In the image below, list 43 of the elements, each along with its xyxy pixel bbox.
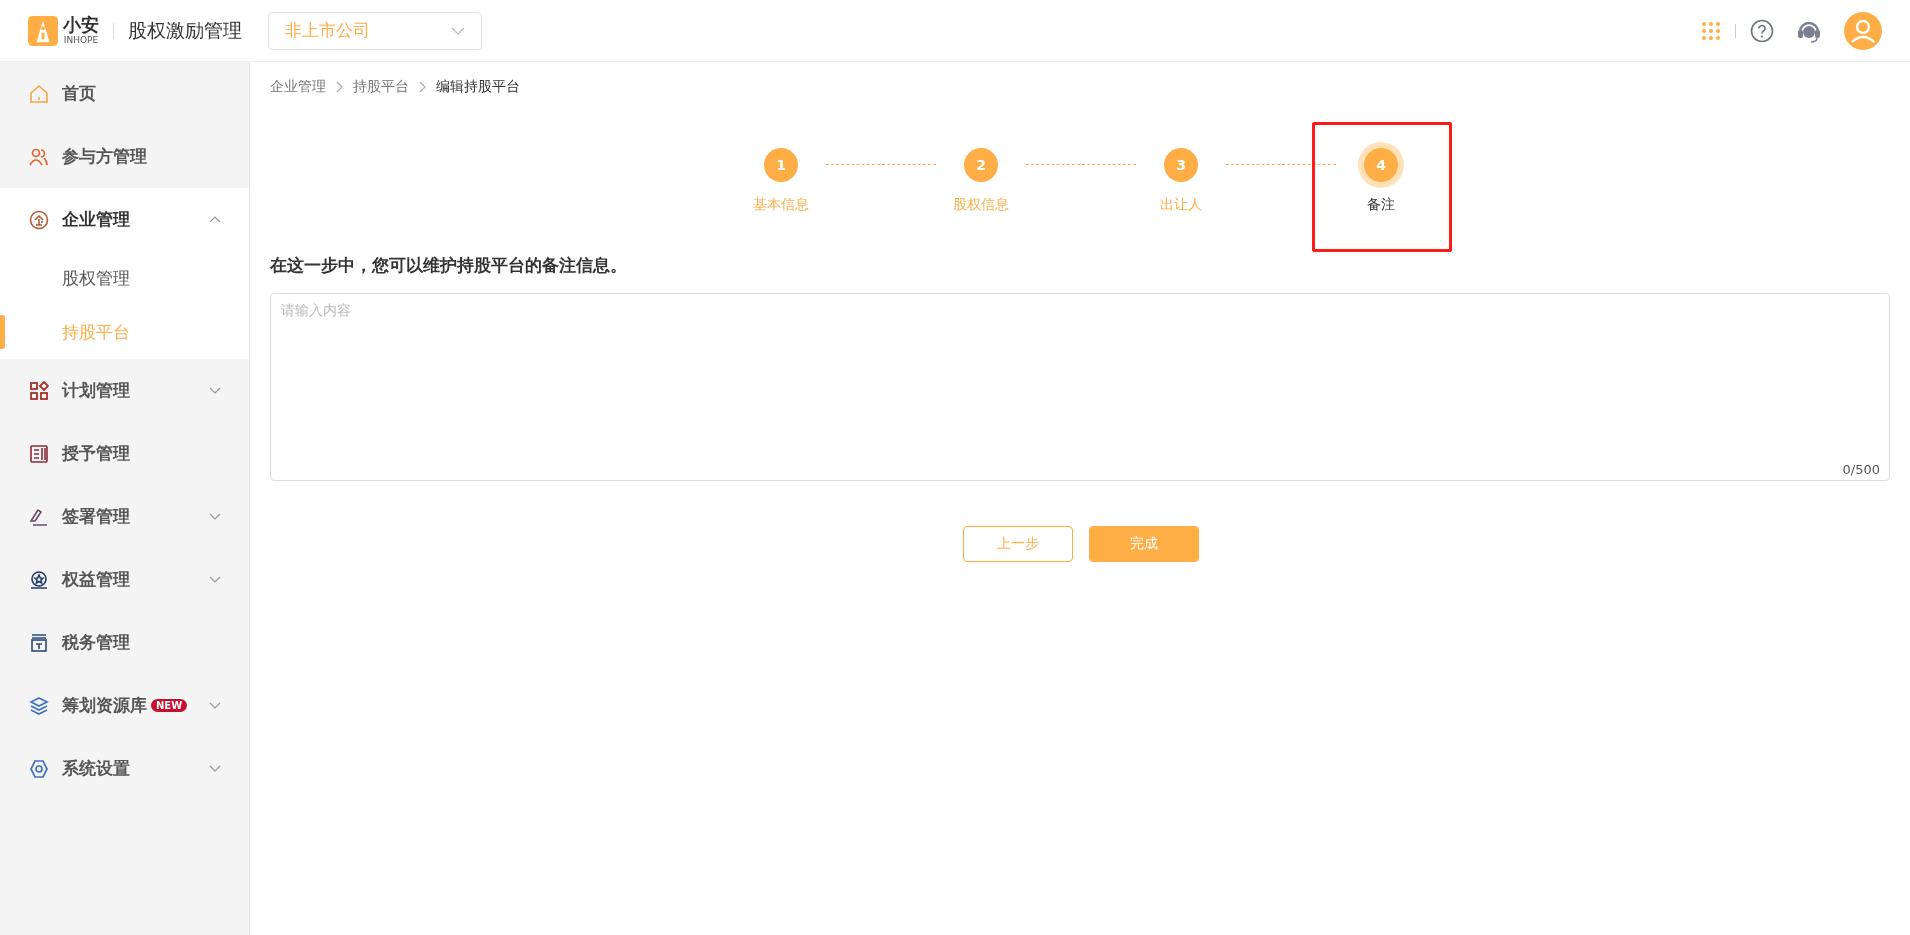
step-circle: 2 xyxy=(964,148,998,182)
sidebar-item[interactable]: 计划管理 xyxy=(0,359,249,422)
sidebar-subitem[interactable]: 股权管理 xyxy=(0,251,249,305)
app-title: 股权激励管理 xyxy=(128,17,242,43)
help-icon[interactable] xyxy=(1750,18,1774,43)
logo-text: 小安 xyxy=(63,16,99,34)
sidebar-item[interactable]: 参与方管理 xyxy=(0,125,249,188)
step-label: 基本信息 xyxy=(753,196,809,214)
step-label: 备注 xyxy=(1367,196,1395,214)
breadcrumb-item[interactable]: 持股平台 xyxy=(353,78,409,96)
menu-icon xyxy=(29,83,49,104)
sidebar-item[interactable]: 首页 xyxy=(0,62,249,125)
chevron-right-icon xyxy=(336,81,343,93)
sidebar-item[interactable]: 授予管理 xyxy=(0,422,249,485)
menu-icon xyxy=(29,380,49,401)
sidebar-item[interactable]: 税务管理 xyxy=(0,611,249,674)
step-circle: 4 xyxy=(1364,148,1398,182)
menu-icon xyxy=(29,209,49,230)
sidebar-item[interactable]: 权益管理 xyxy=(0,548,249,611)
step-circle: 1 xyxy=(764,148,798,182)
chevron-right-icon xyxy=(419,81,426,93)
step-circle: 3 xyxy=(1164,148,1198,182)
sidebar-item[interactable]: 签署管理 xyxy=(0,485,249,548)
sidebar-item[interactable]: 系统设置 xyxy=(0,737,249,800)
menu-icon xyxy=(29,506,49,527)
menu-icon xyxy=(29,632,49,653)
menu-icon xyxy=(29,569,49,590)
sidebar-item[interactable]: 企业管理 xyxy=(0,188,249,251)
menu-icon xyxy=(29,146,49,167)
character-counter: 0/500 xyxy=(1842,462,1880,477)
instruction-text: 在这一步中，您可以维护持股平台的备注信息。 xyxy=(270,254,628,277)
new-badge: NEW xyxy=(151,699,188,712)
step-label: 股权信息 xyxy=(953,196,1009,214)
menu-icon xyxy=(29,758,49,779)
step-label: 出让人 xyxy=(1160,196,1202,214)
sidebar-item[interactable]: 筹划资源库 NEW xyxy=(0,674,249,737)
logo-subtitle: INHOPE xyxy=(63,36,99,45)
breadcrumb-item[interactable]: 企业管理 xyxy=(270,78,326,96)
chevron-down-icon xyxy=(451,26,465,35)
menu-icon xyxy=(29,695,49,716)
menu-icon xyxy=(29,443,49,464)
breadcrumb-item: 编辑持股平台 xyxy=(436,78,520,96)
logo-icon xyxy=(28,15,58,46)
